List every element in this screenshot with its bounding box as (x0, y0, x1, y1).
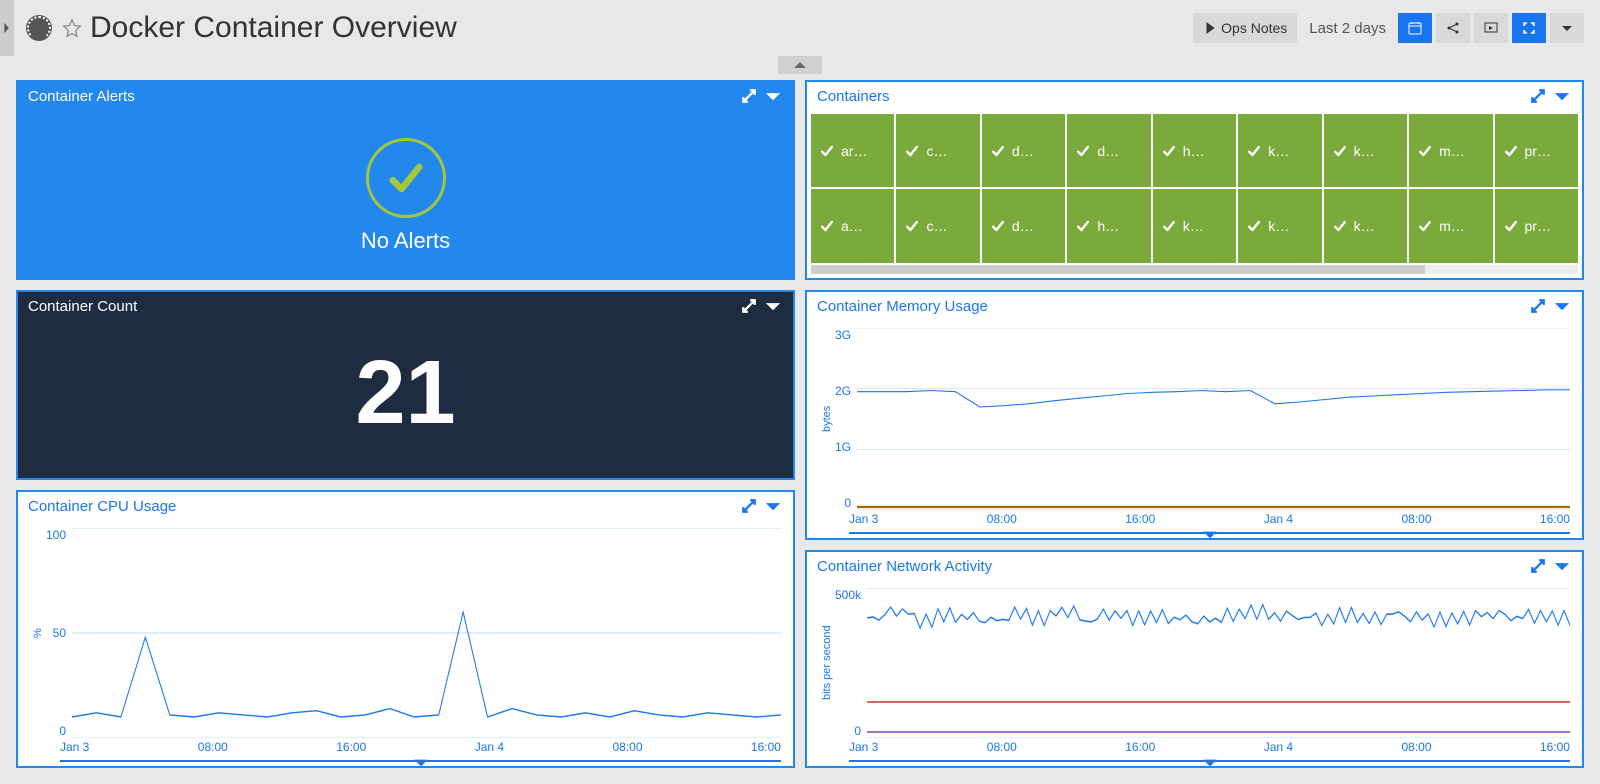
header-bar: Docker Container Overview Ops Notes Last… (0, 0, 1600, 56)
ops-notes-button[interactable]: Ops Notes (1193, 13, 1297, 43)
chevron-down-icon[interactable] (1552, 556, 1572, 576)
memory-x-axis: Jan 308:0016:00Jan 408:0016:00 (819, 510, 1570, 528)
expand-icon[interactable] (1528, 296, 1548, 316)
container-tile[interactable]: d… (1067, 114, 1150, 187)
y-axis-label: bits per second (819, 588, 835, 738)
chevron-down-icon[interactable] (763, 496, 783, 516)
widget-title: Container Memory Usage (817, 298, 988, 315)
widget-title: Container CPU Usage (28, 498, 176, 515)
widget-containers: Containers ar…c…d…d…h…k…k…m…pr… a…c…d…h…… (805, 80, 1584, 280)
container-tile[interactable]: k… (1238, 114, 1321, 187)
tiles-scrollbar[interactable] (811, 265, 1578, 274)
right-column: Containers ar…c…d…d…h…k…k…m…pr… a…c…d…h…… (805, 80, 1584, 768)
network-x-axis: Jan 308:0016:00Jan 408:0016:00 (819, 738, 1570, 756)
collapse-header-tab[interactable] (778, 56, 822, 74)
container-tile[interactable]: d… (982, 189, 1065, 262)
widget-container-alerts: Container Alerts No Alerts (16, 80, 795, 280)
expand-icon[interactable] (1528, 556, 1548, 576)
container-tile[interactable]: k… (1324, 114, 1407, 187)
no-alerts-text: No Alerts (361, 228, 450, 254)
expand-icon[interactable] (739, 496, 759, 516)
more-menu-button[interactable] (1550, 13, 1584, 43)
container-tile[interactable]: m… (1409, 189, 1492, 262)
widget-memory-usage: Container Memory Usage bytes 3G2G1G0 Jan… (805, 290, 1584, 540)
memory-y-axis: 3G2G1G0 (835, 328, 857, 510)
y-axis-label: % (30, 528, 46, 738)
chevron-down-icon (1201, 528, 1219, 544)
container-tile[interactable]: d… (982, 114, 1065, 187)
memory-plot[interactable] (857, 328, 1570, 510)
x-axis-scroller[interactable] (849, 532, 1570, 534)
chevron-down-icon[interactable] (1552, 296, 1572, 316)
chevron-down-icon[interactable] (763, 86, 783, 106)
header-toolbar: Ops Notes Last 2 days (1193, 13, 1584, 43)
container-tile[interactable]: m… (1409, 114, 1492, 187)
widget-title: Container Network Activity (817, 558, 992, 575)
container-count-value: 21 (30, 328, 781, 458)
container-tile[interactable]: pr… (1495, 114, 1578, 187)
dashboard-grid: Container Alerts No Alerts Container Cou… (0, 74, 1600, 784)
expand-sidebar-button[interactable] (0, 0, 14, 56)
dashboard-icon (26, 15, 52, 41)
expand-icon[interactable] (739, 296, 759, 316)
widget-title: Container Count (28, 298, 137, 315)
container-tile[interactable]: k… (1324, 189, 1407, 262)
network-y-axis: 500k0 (835, 588, 867, 738)
calendar-button[interactable] (1398, 13, 1432, 43)
widget-title: Containers (817, 88, 890, 105)
page-title: Docker Container Overview (90, 11, 457, 45)
container-tile[interactable]: k… (1153, 189, 1236, 262)
cpu-x-axis: Jan 308:0016:00Jan 408:0016:00 (30, 738, 781, 756)
container-tile[interactable]: k… (1238, 189, 1321, 262)
widget-title: Container Alerts (28, 88, 135, 105)
slideshow-button[interactable] (1474, 13, 1508, 43)
share-button[interactable] (1436, 13, 1470, 43)
chevron-down-icon[interactable] (1552, 86, 1572, 106)
chevron-down-icon (412, 756, 430, 772)
container-tile[interactable]: a… (811, 189, 894, 262)
container-tile[interactable]: ar… (811, 114, 894, 187)
container-tiles: ar…c…d…d…h…k…k…m…pr… a…c…d…h…k…k…k…m…pr… (811, 114, 1578, 263)
widget-container-count: Container Count 21 (16, 290, 795, 480)
network-plot[interactable] (867, 588, 1570, 738)
widget-network-activity: Container Network Activity bits per seco… (805, 550, 1584, 768)
y-axis-label: bytes (819, 328, 835, 510)
expand-icon[interactable] (1528, 86, 1548, 106)
ops-notes-label: Ops Notes (1221, 20, 1287, 36)
container-tile[interactable]: h… (1153, 114, 1236, 187)
widget-cpu-usage: Container CPU Usage % 100500 Jan 308:001… (16, 490, 795, 768)
no-alerts-indicator: No Alerts (30, 118, 781, 274)
x-axis-scroller[interactable] (849, 760, 1570, 762)
expand-icon[interactable] (739, 86, 759, 106)
time-range-label: Last 2 days (1301, 13, 1394, 43)
fullscreen-button[interactable] (1512, 13, 1546, 43)
container-tile[interactable]: c… (896, 189, 979, 262)
check-circle-icon (366, 138, 446, 218)
cpu-plot[interactable] (72, 528, 781, 738)
container-tile[interactable]: pr… (1495, 189, 1578, 262)
left-column: Container Alerts No Alerts Container Cou… (16, 80, 795, 768)
favorite-star-button[interactable] (60, 16, 84, 40)
container-tile[interactable]: h… (1067, 189, 1150, 262)
x-axis-scroller[interactable] (60, 760, 781, 762)
chevron-down-icon (1201, 756, 1219, 772)
chevron-down-icon[interactable] (763, 296, 783, 316)
container-tile[interactable]: c… (896, 114, 979, 187)
cpu-y-axis: 100500 (46, 528, 72, 738)
